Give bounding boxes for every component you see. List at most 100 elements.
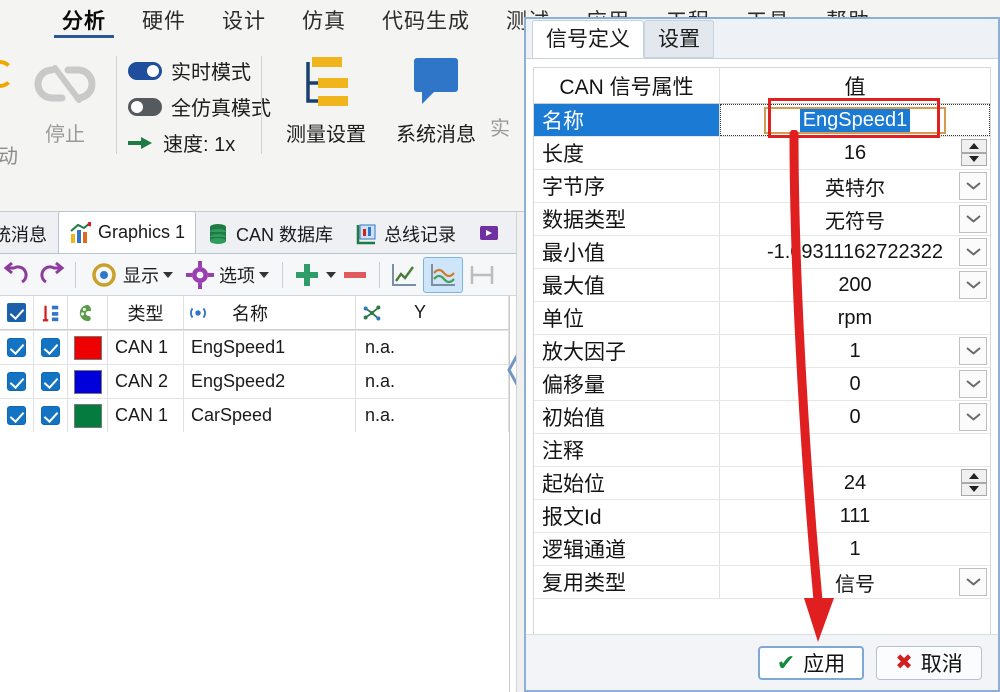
spinner-down[interactable] — [961, 153, 987, 167]
column-header-name[interactable]: 名称 — [184, 296, 356, 329]
panel-tab-graphics-1[interactable]: Graphics 1 — [58, 211, 196, 253]
order-icon — [34, 296, 68, 329]
grid-row-comment[interactable]: 注释 — [534, 434, 990, 467]
row-color-swatch[interactable] — [68, 365, 108, 398]
ribbon-tab-analysis[interactable]: 分析 — [44, 0, 124, 44]
table-row[interactable]: CAN 2 EngSpeed2 n.a. — [0, 364, 509, 398]
initial-value-dropdown[interactable] — [959, 403, 987, 431]
toggle-switch-off[interactable] — [128, 98, 162, 116]
options-menu-button[interactable]: 选项 — [181, 258, 273, 292]
panel-tab-bus-log[interactable]: 总线记录 — [344, 213, 467, 253]
panel-tab-system-messages[interactable]: 统消息 — [0, 213, 58, 253]
ribbon-tab-simulation[interactable]: 仿真 — [284, 0, 364, 44]
offset-dropdown[interactable] — [959, 370, 987, 398]
grid-value-message-id[interactable]: 111 — [720, 500, 990, 532]
select-all-checkbox[interactable] — [0, 296, 34, 329]
ribbon-tab-hardware[interactable]: 硬件 — [124, 0, 204, 44]
grid-row-message-id[interactable]: 报文Id 111 — [534, 500, 990, 533]
row-color-swatch[interactable] — [68, 331, 108, 364]
grid-key-logical-channel: 逻辑通道 — [534, 533, 720, 565]
factor-dropdown[interactable] — [959, 337, 987, 365]
grid-value-comment[interactable] — [720, 434, 990, 466]
grid-value-name[interactable]: EngSpeed1 — [720, 104, 990, 136]
row-order-checkbox[interactable] — [34, 399, 68, 432]
grid-value-data-type[interactable]: 无符号 — [720, 203, 990, 235]
grid-value-min-value[interactable]: -1.09311162722322 — [720, 236, 990, 268]
start-bit-spinner[interactable] — [961, 469, 987, 496]
remove-icon[interactable] — [340, 260, 370, 290]
grid-row-factor[interactable]: 放大因子 1 — [534, 335, 990, 368]
close-icon: ✖ — [895, 650, 913, 675]
stop-button[interactable]: 停止 — [22, 50, 108, 162]
grid-row-max-value[interactable]: 最大值 200 — [534, 269, 990, 302]
grid-row-name[interactable]: 名称 EngSpeed1 — [534, 104, 990, 137]
grid-row-offset[interactable]: 偏移量 0 — [534, 368, 990, 401]
row-visible-checkbox[interactable] — [0, 365, 34, 398]
undo-icon[interactable] — [2, 260, 32, 290]
grid-value-byte-order[interactable]: 英特尔 — [720, 170, 990, 202]
row-visible-checkbox[interactable] — [0, 399, 34, 432]
grid-value-unit[interactable]: rpm — [720, 302, 990, 334]
apply-button[interactable]: ✔ 应用 — [758, 646, 864, 680]
grid-row-multiplex-type[interactable]: 复用类型 信号 — [534, 566, 990, 599]
realtime-mode-toggle[interactable]: 实时模式 — [128, 56, 251, 85]
grid-row-unit[interactable]: 单位 rpm — [534, 302, 990, 335]
grid-row-byte-order[interactable]: 字节序 英特尔 — [534, 170, 990, 203]
add-icon[interactable] — [292, 260, 322, 290]
panel-tab-can-database[interactable]: CAN 数据库 — [196, 213, 344, 253]
panel-tab-extra[interactable] — [467, 213, 501, 253]
grid-row-initial-value[interactable]: 初始值 0 — [534, 401, 990, 434]
grid-value-factor[interactable]: 1 — [720, 335, 990, 367]
fit-width-icon[interactable] — [467, 260, 497, 290]
line-chart-icon[interactable] — [389, 260, 419, 290]
tab-settings[interactable]: 设置 — [644, 20, 714, 58]
spinner-up[interactable] — [961, 139, 987, 153]
cancel-button[interactable]: ✖ 取消 — [876, 646, 982, 680]
byte-order-dropdown[interactable] — [959, 172, 987, 200]
spinner-up[interactable] — [961, 469, 987, 483]
name-edit-cell[interactable]: EngSpeed1 — [720, 104, 990, 136]
table-row[interactable]: CAN 1 CarSpeed n.a. — [0, 398, 509, 432]
table-row[interactable]: CAN 1 EngSpeed1 n.a. — [0, 330, 509, 364]
grid-value-start-bit[interactable]: 24 — [720, 467, 990, 499]
grid-value-offset[interactable]: 0 — [720, 368, 990, 400]
row-visible-checkbox[interactable] — [0, 331, 34, 364]
row-order-checkbox[interactable] — [34, 365, 68, 398]
name-input[interactable]: EngSpeed1 — [764, 107, 946, 134]
grid-row-min-value[interactable]: 最小值 -1.09311162722322 — [534, 236, 990, 269]
ribbon-tab-design[interactable]: 设计 — [204, 0, 284, 44]
tab-signal-definition[interactable]: 信号定义 — [532, 20, 644, 58]
display-menu-button[interactable]: 显示 — [85, 258, 177, 292]
ribbon-tab-codegen[interactable]: 代码生成 — [364, 0, 488, 44]
wave-chart-button[interactable] — [423, 257, 463, 293]
full-simulation-mode-toggle[interactable]: 全仿真模式 — [128, 92, 271, 121]
column-header-y[interactable]: Y — [356, 296, 509, 329]
row-order-checkbox[interactable] — [34, 331, 68, 364]
stop-button-label: 停止 — [22, 118, 108, 147]
grid-value-max-value[interactable]: 200 — [720, 269, 990, 301]
grid-row-data-type[interactable]: 数据类型 无符号 — [534, 203, 990, 236]
multiplex-type-dropdown[interactable] — [959, 568, 987, 596]
grid-value-initial-value[interactable]: 0 — [720, 401, 990, 433]
grid-value-length[interactable]: 16 — [720, 137, 990, 169]
column-header-type[interactable]: 类型 — [108, 296, 184, 329]
length-spinner[interactable] — [961, 139, 987, 166]
grid-row-logical-channel[interactable]: 逻辑通道 1 — [534, 533, 990, 566]
grid-row-start-bit[interactable]: 起始位 24 — [534, 467, 990, 500]
realtime-button[interactable]: 实 — [470, 48, 530, 164]
check-icon: ✔ — [777, 650, 795, 676]
spinner-down[interactable] — [961, 483, 987, 497]
measurement-settings-button[interactable]: 测量设置 — [270, 48, 382, 164]
row-color-swatch[interactable] — [68, 399, 108, 432]
grid-row-length[interactable]: 长度 16 — [534, 137, 990, 170]
max-value-dropdown[interactable] — [959, 271, 987, 299]
grid-value-logical-channel[interactable]: 1 — [720, 533, 990, 565]
min-value-dropdown[interactable] — [959, 238, 987, 266]
data-type-dropdown[interactable] — [959, 205, 987, 233]
toggle-switch-on[interactable] — [128, 62, 162, 80]
redo-icon[interactable] — [36, 260, 66, 290]
grid-value-multiplex-type[interactable]: 信号 — [720, 566, 990, 598]
panel-scrollbar[interactable] — [516, 212, 524, 692]
speed-setting[interactable]: 速度: 1x — [128, 128, 235, 157]
add-dropdown-chevron-icon[interactable] — [326, 272, 336, 278]
